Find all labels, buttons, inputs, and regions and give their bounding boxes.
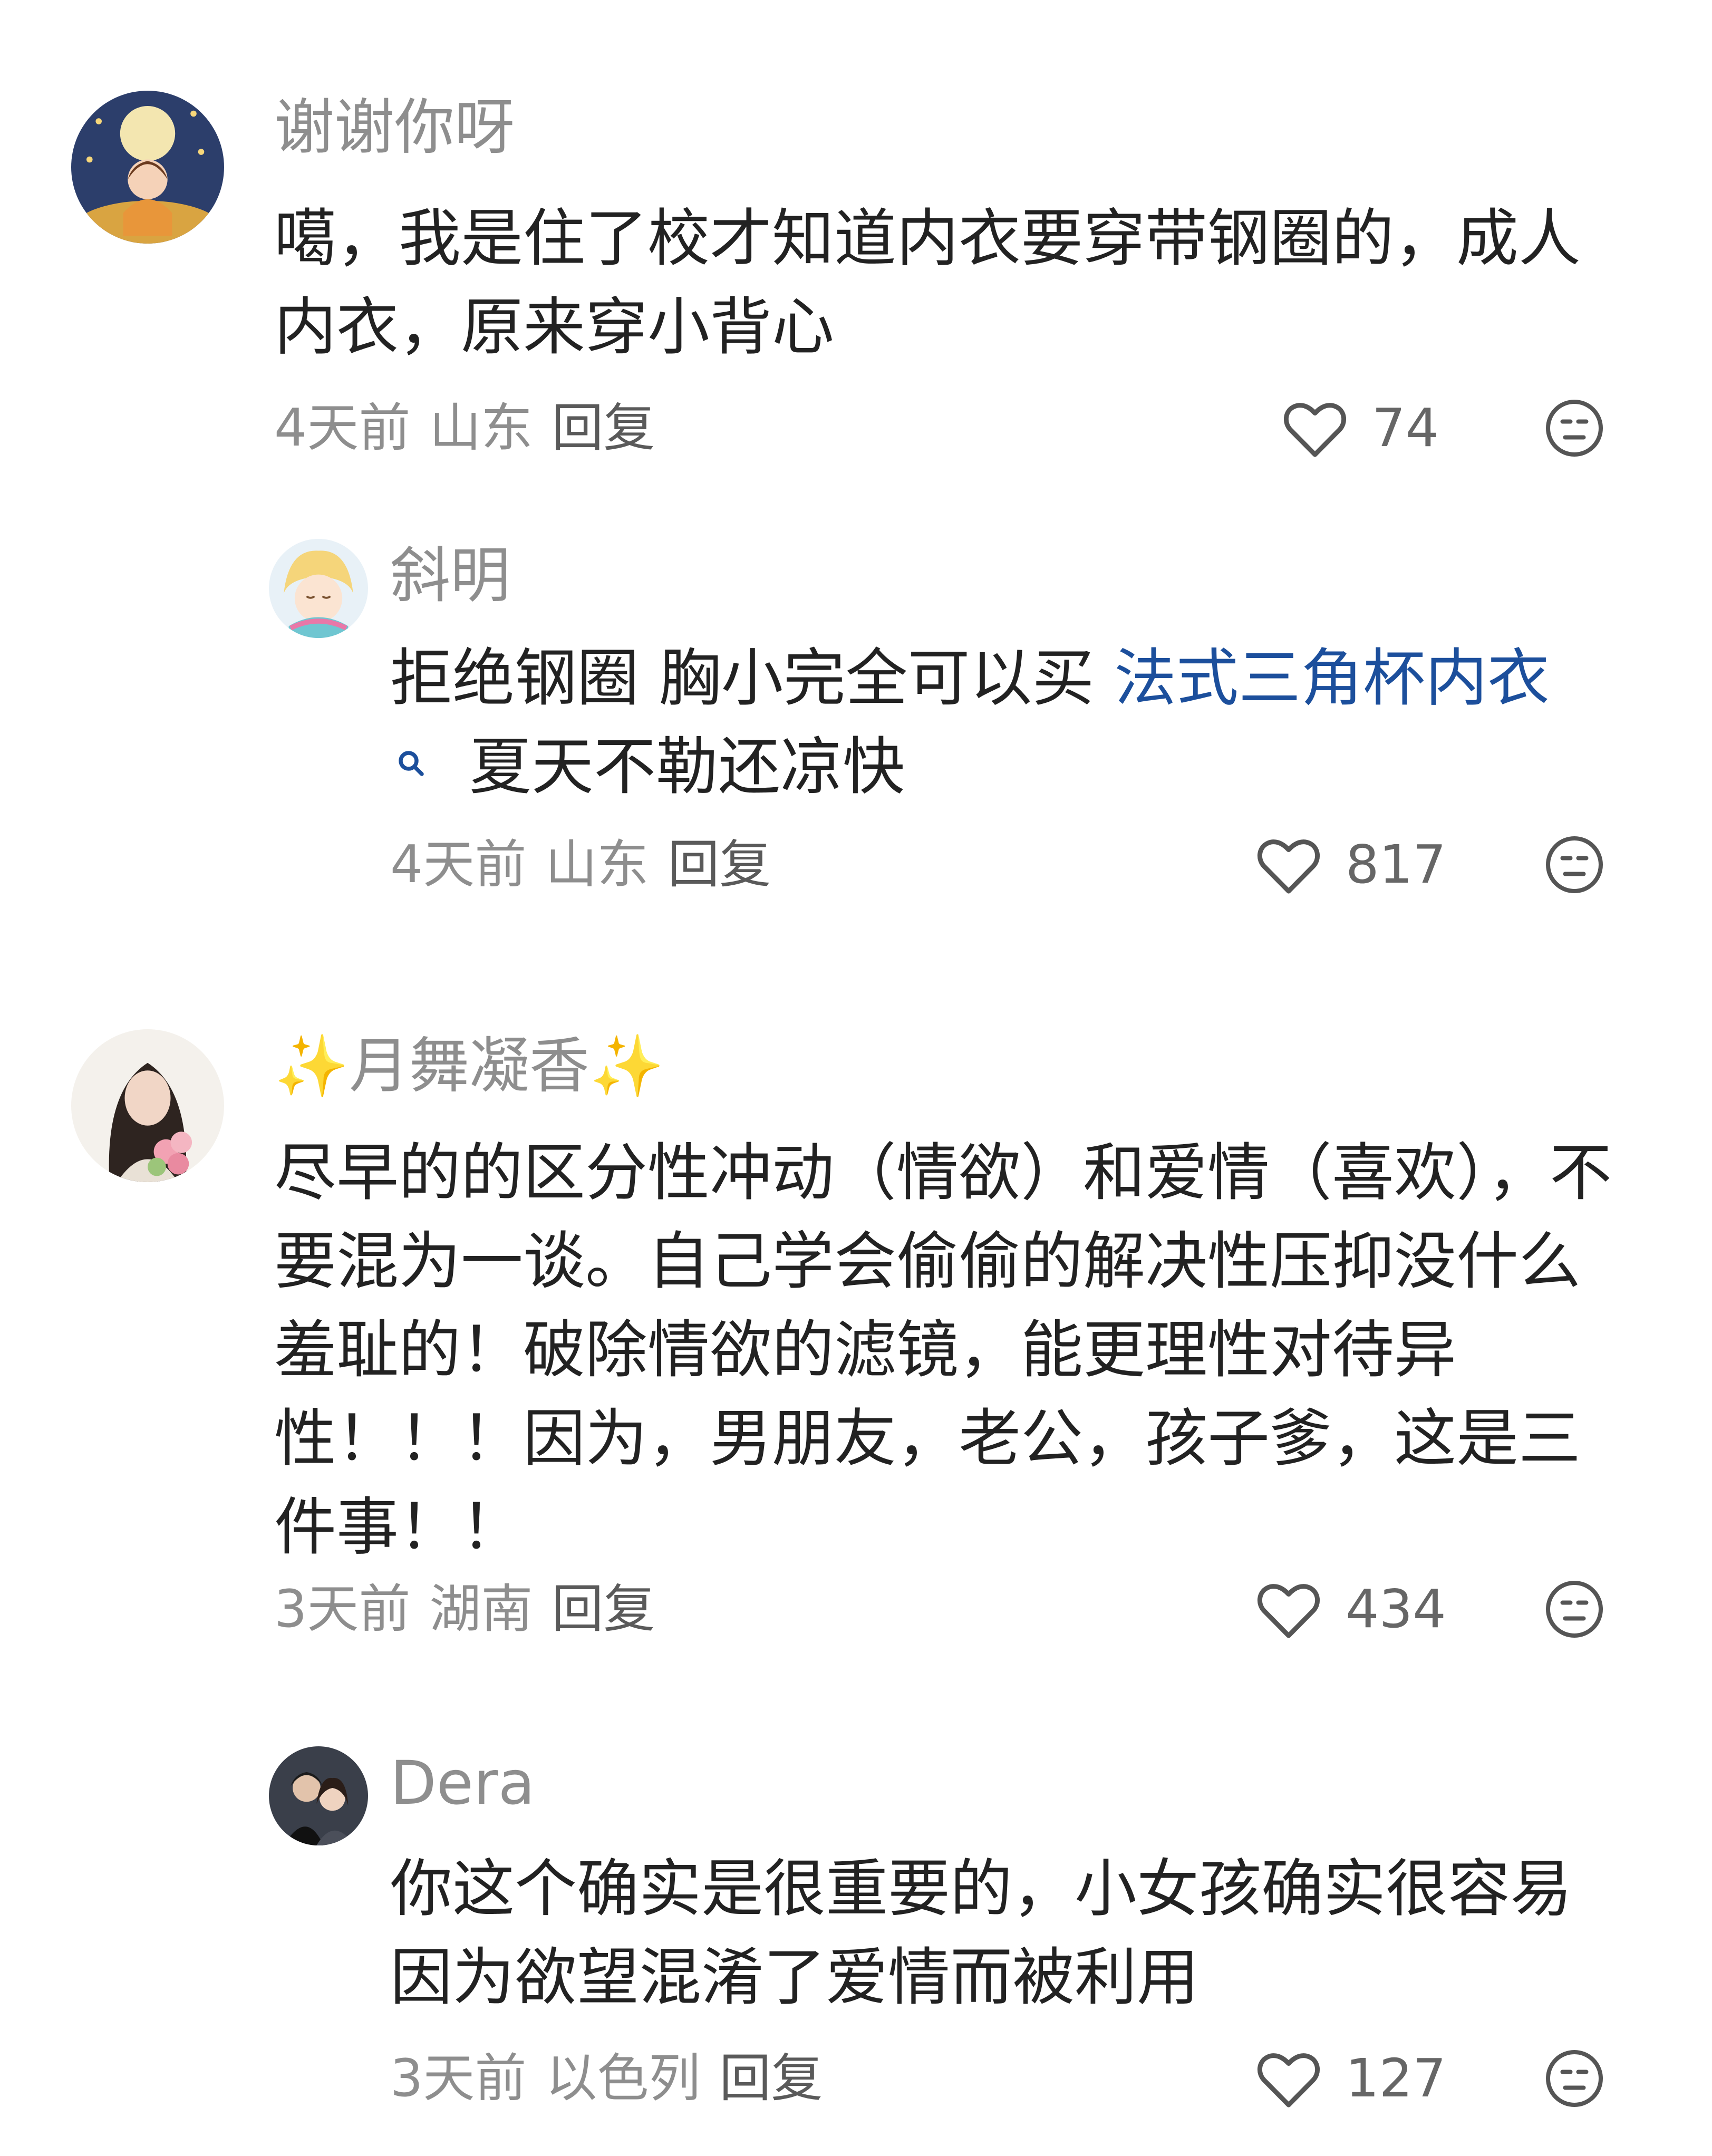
reply-item: Dera 你这个确实是很重要的，小女孩确实很容易因为欲望混淆了爱情而被利用 3天… [0,1735,1712,2146]
avatar-couple-icon [269,1746,368,1845]
user-avatar[interactable] [71,91,224,244]
like-count: 434 [1346,1578,1446,1640]
comment-item: 谢谢你呀 噶，我是住了校才知道内衣要穿带钢圈的，成人内衣，原来穿小背心 4天前山… [0,0,1712,475]
meh-face-icon [1546,400,1603,457]
username[interactable]: 斜明 [390,539,510,613]
user-avatar[interactable] [269,1746,368,1845]
meh-face-icon [1546,2050,1603,2107]
comment-location: 以色列 [545,2048,701,2109]
comment-time: 4天前 [390,835,527,895]
comment-text-part: 拒绝钢圈 胸小完全可以买 [390,642,1115,714]
like-count: 74 [1372,397,1439,459]
reply-button[interactable]: 回复 [552,1579,655,1639]
like-button[interactable]: 74 [1281,397,1439,460]
avatar-anime-girl-icon [269,539,368,638]
user-avatar[interactable] [269,539,368,638]
reply-button[interactable]: 回复 [668,835,771,895]
meh-face-icon [1546,836,1603,893]
reply-item: 斜明 拒绝钢圈 胸小完全可以买 法式三角杯内衣夏天不勒还凉快 4天前 山东 回复 8… [0,506,1712,960]
like-button[interactable]: 434 [1255,1578,1446,1641]
dislike-button[interactable] [1543,397,1606,460]
comment-location: 湖南 [429,1579,533,1639]
avatar-woman-flowers-icon [71,1029,224,1182]
comment-text: 尽早的的区分性冲动（情欲）和爱情（喜欢），不要混为一谈。自己学会偷偷的解决性压抑… [274,1136,1612,1563]
heart-outline-icon [1258,2053,1320,2107]
comment-text: 噶，我是住了校才知道内衣要穿带钢圈的，成人内衣，原来穿小背心 [274,202,1581,363]
comment-text: 你这个确实是很重要的，小女孩确实很容易因为欲望混淆了爱情而被利用 [390,1852,1573,2014]
dislike-button[interactable] [1543,2047,1606,2110]
dislike-button[interactable] [1543,1578,1606,1641]
comment-time: 4天前 [274,398,411,458]
like-button[interactable]: 817 [1255,833,1446,896]
meh-face-icon [1546,1581,1603,1638]
user-avatar[interactable] [71,1029,224,1182]
dislike-button[interactable] [1543,833,1606,896]
comment-time: 3天前 [274,1579,411,1639]
like-count: 127 [1346,2047,1446,2109]
comment-location: 山东 [545,835,649,895]
username[interactable]: 谢谢你呀 [274,91,515,165]
username[interactable]: ✨月舞凝香✨ [274,1029,664,1103]
reply-button[interactable]: 回复 [552,398,655,458]
heart-outline-icon [1284,403,1346,457]
search-icon[interactable] [390,742,469,800]
search-link[interactable]: 法式三角杯内衣 [1114,642,1550,714]
heart-outline-icon [1258,839,1320,894]
comment-text-part: 夏天不勒还凉快 [469,730,905,803]
like-count: 817 [1346,834,1446,895]
comment-location: 山东 [429,398,533,458]
comment-time: 3天前 [390,2048,527,2109]
reply-button[interactable]: 回复 [719,2048,823,2109]
like-button[interactable]: 127 [1255,2047,1446,2110]
heart-outline-icon [1258,1584,1320,1638]
comment-meta: 4天前 山东 回复 [274,397,674,460]
comment-meta: 3天前 以色列 回复 [390,2047,842,2110]
comment-meta: 4天前 山东 回复 [390,833,790,896]
comment-meta: 3天前 湖南 回复 [274,1578,674,1641]
comment-item: ✨月舞凝香✨ 尽早的的区分性冲动（情欲）和爱情（喜欢），不要混为一谈。自己学会偷… [0,1023,1712,1708]
username[interactable]: Dera [390,1746,535,1820]
avatar-girl-moon-icon [71,91,224,244]
comment-text: 拒绝钢圈 胸小完全可以买 法式三角杯内衣夏天不勒还凉快 [390,634,1645,811]
